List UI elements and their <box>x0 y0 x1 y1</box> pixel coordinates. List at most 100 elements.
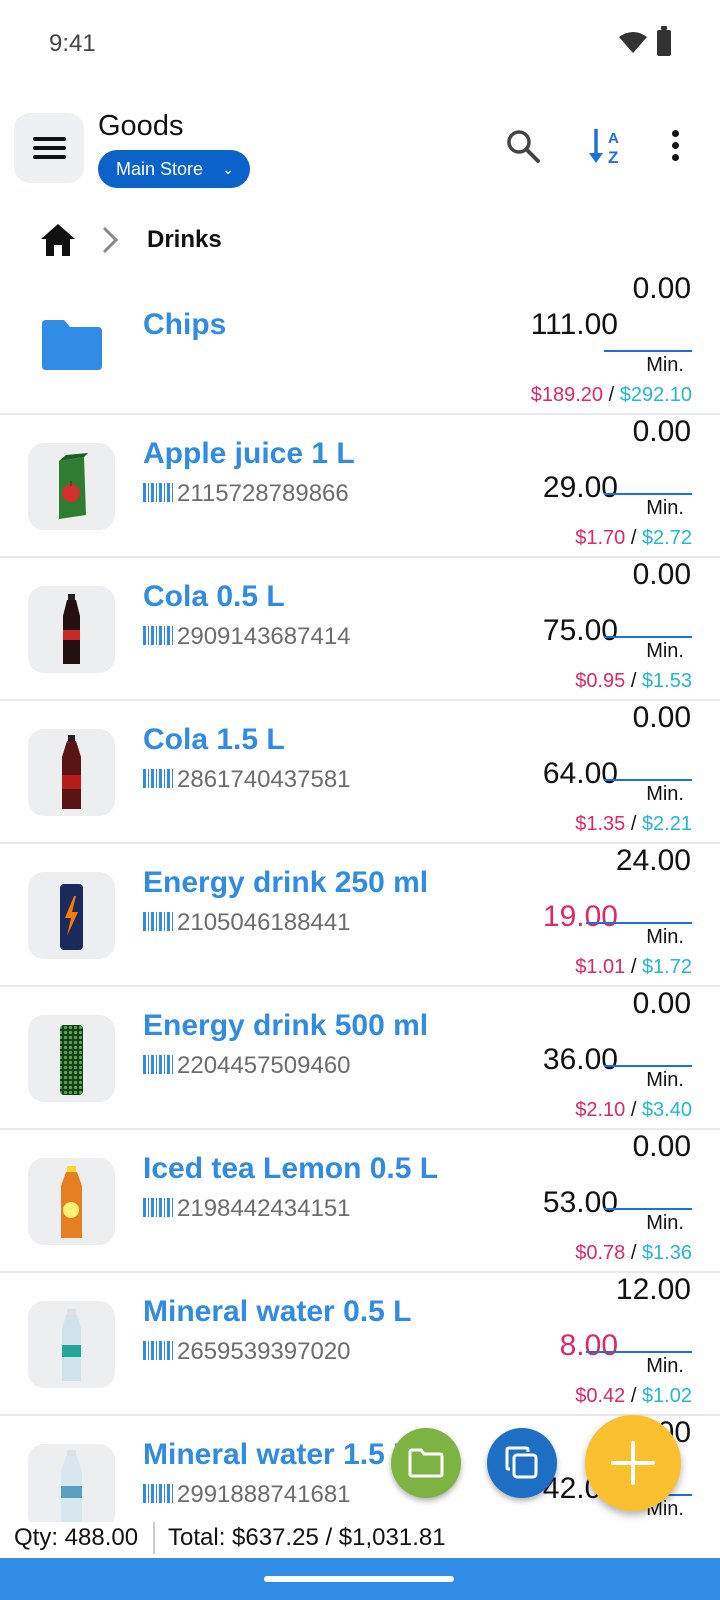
barcode-value: 2861740437581 <box>177 766 351 793</box>
min-label: Min. <box>646 926 684 948</box>
water-bottle-large-icon <box>61 1450 82 1522</box>
min-qty: 12.00 <box>615 1273 691 1306</box>
store-selector[interactable]: Main Store ⌄ <box>98 150 250 188</box>
folder-icon <box>408 1448 444 1478</box>
home-icon[interactable] <box>40 223 76 257</box>
min-underline <box>604 1065 692 1067</box>
item-qty: 64.00 <box>542 757 618 790</box>
chevron-right-icon <box>102 226 119 254</box>
iced-tea-bottle-icon <box>61 1166 82 1238</box>
barcode-value: 2991888741681 <box>177 1481 351 1508</box>
list-item[interactable]: Cola 1.5 L 2861740437581 64.00 0.00 Min.… <box>0 701 720 844</box>
price-separator: / <box>625 1242 642 1264</box>
sell-price: $292.10 <box>619 384 692 406</box>
sell-price: $1.53 <box>641 670 692 692</box>
item-barcode: 2198442434151 <box>143 1195 351 1223</box>
price-summary: $1.01 / $1.72 <box>575 956 692 979</box>
list-item[interactable]: Energy drink 250 ml 2105046188441 19.00 … <box>0 844 720 987</box>
barcode-value: 2659539397020 <box>177 1338 351 1365</box>
status-time: 9:41 <box>49 30 96 57</box>
menu-icon-line <box>33 155 66 159</box>
folder-name: Chips <box>143 308 227 341</box>
copy-icon <box>505 1446 538 1479</box>
min-label: Min. <box>646 640 684 662</box>
price-summary: $1.70 / $2.72 <box>575 527 692 550</box>
min-label: Min. <box>646 1069 684 1091</box>
page-title: Goods <box>98 110 184 142</box>
search-icon[interactable] <box>505 128 541 164</box>
item-qty: 19.00 <box>542 900 618 933</box>
barcode-value: 2105046188441 <box>177 909 351 936</box>
wifi-icon <box>619 32 647 53</box>
item-name: Mineral water 1.5 L <box>143 1438 412 1471</box>
item-qty: 8.00 <box>559 1329 618 1362</box>
total-amount: Total: $637.25 / $1,031.81 <box>168 1524 446 1551</box>
svg-text:A: A <box>608 130 619 147</box>
min-underline <box>604 1208 692 1210</box>
barcode-value: 2909143687414 <box>177 623 351 650</box>
water-bottle-icon <box>62 1309 81 1381</box>
add-item-button[interactable] <box>585 1415 681 1511</box>
item-barcode: 2105046188441 <box>143 909 351 937</box>
gesture-handle[interactable] <box>264 1576 454 1582</box>
item-qty: 53.00 <box>542 1186 618 1219</box>
price-separator: / <box>625 527 642 549</box>
app-bar: Goods Main Store ⌄ A Z <box>0 100 720 210</box>
footer-divider <box>153 1522 155 1554</box>
item-name: Energy drink 250 ml <box>143 866 429 899</box>
barcode-value: 2204457509460 <box>177 1052 351 1079</box>
add-icon <box>611 1441 655 1485</box>
item-barcode: 2861740437581 <box>143 766 351 794</box>
breadcrumb: Drinks <box>0 218 720 262</box>
min-underline <box>604 350 692 352</box>
min-qty: 0.00 <box>632 1130 691 1163</box>
barcode-icon <box>143 1198 174 1217</box>
cost-price: $0.78 <box>575 1242 626 1264</box>
item-qty: 36.00 <box>542 1043 618 1076</box>
list-item[interactable]: Cola 0.5 L 2909143687414 75.00 0.00 Min.… <box>0 558 720 701</box>
sell-price: $1.36 <box>641 1242 692 1264</box>
menu-button[interactable] <box>14 113 84 183</box>
copy-button[interactable] <box>487 1428 557 1498</box>
product-thumbnail <box>28 729 115 816</box>
cola-bottle-red-icon <box>62 735 81 809</box>
cola-bottle-icon <box>63 594 80 664</box>
item-name: Apple juice 1 L <box>143 437 355 470</box>
list-item[interactable]: Mineral water 0.5 L 2659539397020 8.00 1… <box>0 1273 720 1416</box>
barcode-value: 2198442434151 <box>177 1195 351 1222</box>
product-thumbnail <box>28 1301 115 1388</box>
barcode-value: 2115728789866 <box>177 480 349 507</box>
price-summary: $189.20 / $292.10 <box>531 384 692 407</box>
min-qty: 0.00 <box>632 701 691 734</box>
price-separator: / <box>625 956 642 978</box>
barcode-icon <box>143 1341 174 1360</box>
sort-az-icon[interactable]: A Z <box>588 126 626 166</box>
cost-price: $1.01 <box>575 956 626 978</box>
list-item[interactable]: Energy drink 500 ml 2204457509460 36.00 … <box>0 987 720 1130</box>
status-bar: 9:41 <box>0 0 720 88</box>
price-separator: / <box>625 1385 642 1407</box>
min-qty: 24.00 <box>615 844 691 877</box>
item-name: Mineral water 0.5 L <box>143 1295 412 1328</box>
sell-price: $1.02 <box>641 1385 692 1407</box>
price-separator: / <box>603 384 620 406</box>
item-barcode: 2991888741681 <box>143 1481 351 1509</box>
juice-carton-icon <box>59 453 88 519</box>
totals-bar: Qty: 488.00 Total: $637.25 / $1,031.81 <box>0 1522 720 1558</box>
new-folder-button[interactable] <box>391 1428 461 1498</box>
svg-text:Z: Z <box>608 148 618 166</box>
battery-icon <box>657 26 671 56</box>
cost-price: $0.42 <box>575 1385 626 1407</box>
more-vert-icon[interactable] <box>672 130 680 162</box>
barcode-icon <box>143 769 174 788</box>
cost-price: $1.35 <box>575 813 626 835</box>
item-barcode: 2909143687414 <box>143 623 351 651</box>
product-thumbnail <box>28 586 115 673</box>
list-item[interactable]: Apple juice 1 L 2115728789866 29.00 0.00… <box>0 415 720 558</box>
goods-list: Chips 111.00 0.00 Min. $189.20 / $292.10… <box>0 272 720 1522</box>
folder-icon <box>42 320 102 370</box>
list-item[interactable]: Iced tea Lemon 0.5 L 2198442434151 53.00… <box>0 1130 720 1273</box>
folder-row[interactable]: Chips 111.00 0.00 Min. $189.20 / $292.10 <box>0 272 720 415</box>
menu-icon-line <box>33 146 66 150</box>
price-separator: / <box>625 813 642 835</box>
